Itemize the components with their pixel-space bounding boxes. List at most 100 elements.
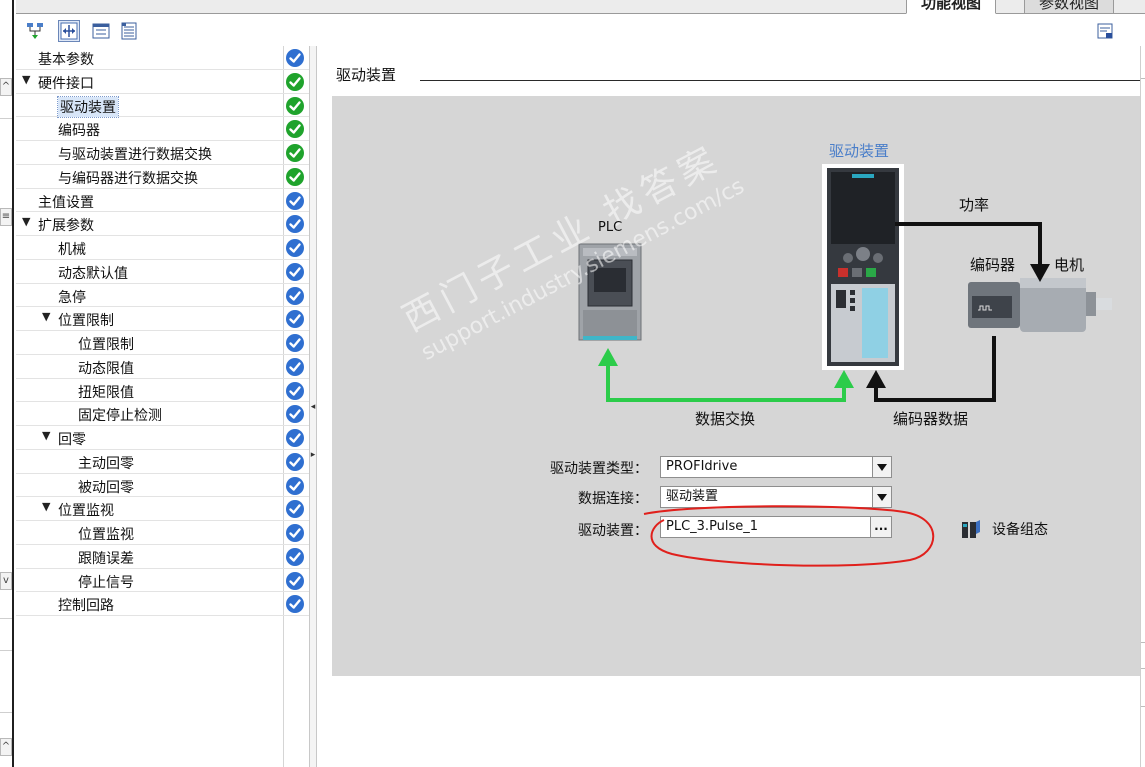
check-default-icon — [285, 476, 305, 496]
nav-item[interactable]: 固定停止检测 — [16, 402, 309, 426]
network-tree-button[interactable] — [24, 20, 46, 42]
nav-item[interactable]: 与驱动装置进行数据交换 — [16, 141, 309, 165]
nav-item[interactable]: 动态限值 — [16, 355, 309, 379]
list-view-button[interactable] — [118, 20, 140, 42]
collapse-left-icon[interactable]: ◂ — [310, 398, 316, 416]
folder-tree-button[interactable] — [90, 20, 112, 42]
data-exchange-label: 数据交换 — [695, 410, 756, 428]
expand-right-icon[interactable]: ▸ — [310, 446, 316, 464]
nav-item-label: 动态默认值 — [58, 265, 128, 282]
nav-item[interactable]: 主值设置 — [16, 189, 309, 213]
save-layout-icon — [1097, 23, 1113, 39]
data-connection-label: 数据连接： — [578, 491, 648, 507]
browse-button[interactable]: ... — [870, 517, 891, 537]
nav-item[interactable]: 基本参数 — [16, 46, 309, 70]
check-complete-icon — [285, 119, 305, 139]
scroll-up-icon[interactable]: ^ — [0, 78, 12, 96]
section-title-rule — [420, 80, 1145, 81]
edge-tick — [1141, 668, 1145, 669]
motor-icon — [968, 278, 1112, 332]
nav-item[interactable]: 扭矩限值 — [16, 379, 309, 403]
dropdown-arrow-button[interactable] — [872, 487, 891, 507]
nav-item[interactable]: 位置监视 — [16, 521, 309, 545]
device-config-icon — [962, 520, 980, 538]
check-default-icon — [285, 428, 305, 448]
nav-item-label: 主值设置 — [38, 194, 94, 211]
list-view-icon — [121, 22, 137, 40]
drive-input[interactable]: PLC_3.Pulse_1 ... — [660, 516, 892, 538]
nav-item[interactable]: 动态默认值 — [16, 260, 309, 284]
nav-item-label: 动态限值 — [78, 360, 134, 377]
nav-item-label: 控制回路 — [58, 598, 114, 615]
check-default-icon — [285, 262, 305, 282]
encoder-label: 编码器 — [970, 256, 1016, 274]
nav-item[interactable]: 急停 — [16, 284, 309, 308]
check-default-icon — [285, 571, 305, 591]
nav-item[interactable]: 驱动装置 — [16, 94, 309, 118]
folder-tree-icon — [92, 23, 110, 39]
nav-item-label: 与编码器进行数据交换 — [58, 170, 198, 187]
check-default-icon — [285, 48, 305, 68]
nav-item-label: 被动回零 — [78, 479, 134, 496]
expand-collapse-button[interactable] — [58, 20, 80, 42]
nav-item[interactable]: ▼ 回零 — [16, 426, 309, 450]
save-layout-button[interactable] — [1094, 20, 1116, 42]
edge-tick — [1141, 642, 1145, 643]
nav-item[interactable]: 编码器 — [16, 117, 309, 141]
nav-item[interactable]: 停止信号 — [16, 569, 309, 593]
expand-arrow-icon[interactable]: ▼ — [42, 310, 50, 323]
device-config-label: 设备组态 — [992, 522, 1048, 538]
check-default-icon — [285, 333, 305, 353]
drive-config-panel: 西门子工业 找答案 support.industry.siemens.com/c… — [332, 96, 1145, 676]
check-default-icon — [285, 523, 305, 543]
expand-arrow-icon[interactable]: ▼ — [22, 73, 30, 86]
drive-device-icon — [822, 164, 904, 370]
right-scroll-edge — [1140, 46, 1145, 767]
tab-function-view[interactable]: 功能视图 — [906, 0, 997, 14]
nav-item-label: 固定停止检测 — [78, 408, 162, 425]
power-label: 功率 — [959, 196, 990, 214]
nav-item[interactable]: 控制回路 — [16, 592, 309, 616]
nav-item[interactable]: 主动回零 — [16, 450, 309, 474]
expand-arrow-icon[interactable]: ▼ — [22, 215, 30, 228]
check-default-icon — [285, 594, 305, 614]
plc-device-icon — [578, 243, 642, 341]
nav-item[interactable]: ▼ 扩展参数 — [16, 212, 309, 236]
expand-arrow-icon[interactable]: ▼ — [42, 500, 50, 513]
dropdown-arrow-button[interactable] — [872, 457, 891, 477]
drive-type-label: 驱动装置类型： — [550, 461, 648, 477]
plc-label: PLC — [598, 220, 623, 235]
chevron-down-icon — [877, 493, 887, 501]
nav-item[interactable]: 与编码器进行数据交换 — [16, 165, 309, 189]
expand-collapse-icon — [60, 22, 78, 40]
drive-type-dropdown[interactable]: PROFIdrive — [660, 456, 892, 478]
collapse-icon[interactable]: ≡ — [0, 208, 12, 226]
drive-type-value: PROFIdrive — [666, 459, 738, 474]
nav-item[interactable]: 被动回零 — [16, 474, 309, 498]
expand-arrow-icon[interactable]: ▼ — [42, 429, 50, 442]
tab-parameter-view[interactable]: 参数视图 — [1024, 0, 1115, 14]
nav-item[interactable]: 机械 — [16, 236, 309, 260]
nav-item-label: 回零 — [58, 432, 86, 448]
nav-item-label: 硬件接口 — [38, 75, 94, 92]
navigation-tree: 基本参数 ▼ 硬件接口驱动装置 编码器与驱动装置进行数据交换 与编码器进行数据交换主值设… — [16, 46, 309, 767]
data-connection-value: 驱动装置 — [666, 489, 719, 504]
scroll-down-icon[interactable]: v — [0, 572, 12, 590]
strip-divider — [0, 118, 12, 119]
nav-item-label: 与驱动装置进行数据交换 — [58, 147, 212, 163]
check-complete-icon — [285, 96, 305, 116]
data-connection-dropdown[interactable]: 驱动装置 — [660, 486, 892, 508]
nav-item[interactable]: ▼ 位置监视 — [16, 497, 309, 521]
nav-item[interactable]: 位置限制 — [16, 331, 309, 355]
scroll-up-icon[interactable]: ^ — [0, 738, 12, 756]
nav-item[interactable]: ▼ 硬件接口 — [16, 70, 309, 94]
chevron-down-icon — [877, 463, 887, 471]
nav-item[interactable]: 跟随误差 — [16, 545, 309, 569]
motor-label: 电机 — [1054, 256, 1085, 274]
nav-item-label: 跟随误差 — [78, 550, 134, 567]
panel-splitter[interactable]: ◂ ▸ — [309, 46, 317, 767]
device-configuration-link[interactable]: 设备组态 — [960, 518, 1048, 540]
edge-tick — [1141, 706, 1145, 707]
drive-field-label: 驱动装置： — [578, 523, 648, 539]
nav-item[interactable]: ▼ 位置限制 — [16, 307, 309, 331]
